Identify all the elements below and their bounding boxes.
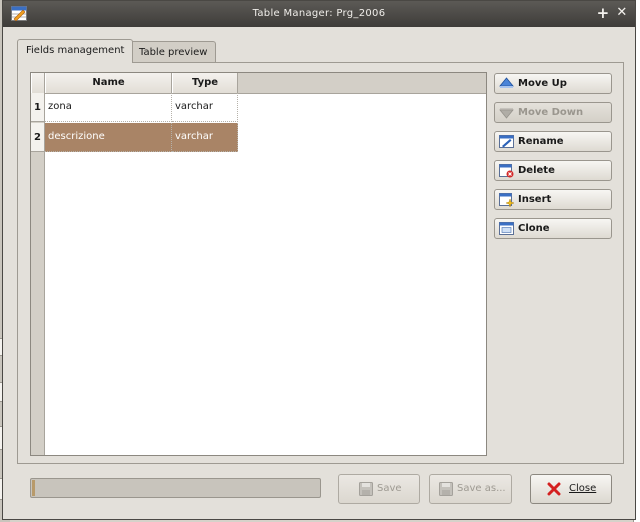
move-down-label: Move Down	[518, 107, 584, 118]
rename-icon	[499, 135, 514, 148]
insert-button[interactable]: Insert	[494, 189, 612, 210]
rename-button[interactable]: Rename	[494, 131, 612, 152]
close-x-icon[interactable]: ✕	[613, 4, 631, 22]
save-as-label: Save as...	[457, 483, 506, 494]
insert-icon	[499, 193, 514, 207]
clone-button[interactable]: Clone	[494, 218, 612, 239]
tab-fields-management[interactable]: Fields management	[17, 39, 134, 63]
progress-bar-fill	[32, 480, 35, 496]
rename-label: Rename	[518, 136, 564, 147]
field-type-cell[interactable]: varchar	[172, 123, 238, 152]
insert-label: Insert	[518, 194, 552, 205]
column-header-name[interactable]: Name	[45, 73, 172, 93]
plus-icon[interactable]: +	[594, 4, 612, 22]
save-disk-icon	[439, 482, 453, 496]
delete-label: Delete	[518, 165, 555, 176]
delete-button[interactable]: Delete	[494, 160, 612, 181]
arrow-up-icon	[499, 77, 514, 88]
column-header-type[interactable]: Type	[172, 73, 238, 93]
move-up-label: Move Up	[518, 78, 567, 89]
field-name-cell[interactable]: descrizione	[45, 123, 172, 152]
row-number[interactable]: 1	[31, 93, 44, 122]
field-name-cell[interactable]: zona	[45, 93, 172, 122]
clone-icon	[499, 222, 514, 235]
close-button[interactable]: Close	[530, 474, 612, 504]
fields-table[interactable]: Name Type 1 zona varchar 2 descrizione v…	[30, 72, 487, 456]
move-down-button[interactable]: Move Down	[494, 102, 612, 123]
save-disk-icon	[359, 482, 373, 496]
tab-table-preview[interactable]: Table preview	[130, 41, 217, 63]
clone-label: Clone	[518, 223, 550, 234]
arrow-down-icon	[499, 108, 514, 119]
title-bar[interactable]: Table Manager: Prg_2006 + ✕	[3, 1, 635, 27]
move-up-button[interactable]: Move Up	[494, 73, 612, 94]
delete-icon	[499, 164, 514, 178]
progress-bar	[30, 478, 321, 498]
save-as-button[interactable]: Save as...	[429, 474, 512, 504]
row-number[interactable]: 2	[31, 123, 44, 152]
save-label: Save	[377, 483, 402, 494]
save-button[interactable]: Save	[338, 474, 420, 504]
corner-header-cell[interactable]	[31, 73, 45, 93]
window-title: Table Manager: Prg_2006	[252, 8, 386, 19]
close-red-x-icon	[547, 482, 561, 496]
close-label: Close	[569, 483, 597, 494]
field-type-cell[interactable]: varchar	[172, 93, 238, 122]
